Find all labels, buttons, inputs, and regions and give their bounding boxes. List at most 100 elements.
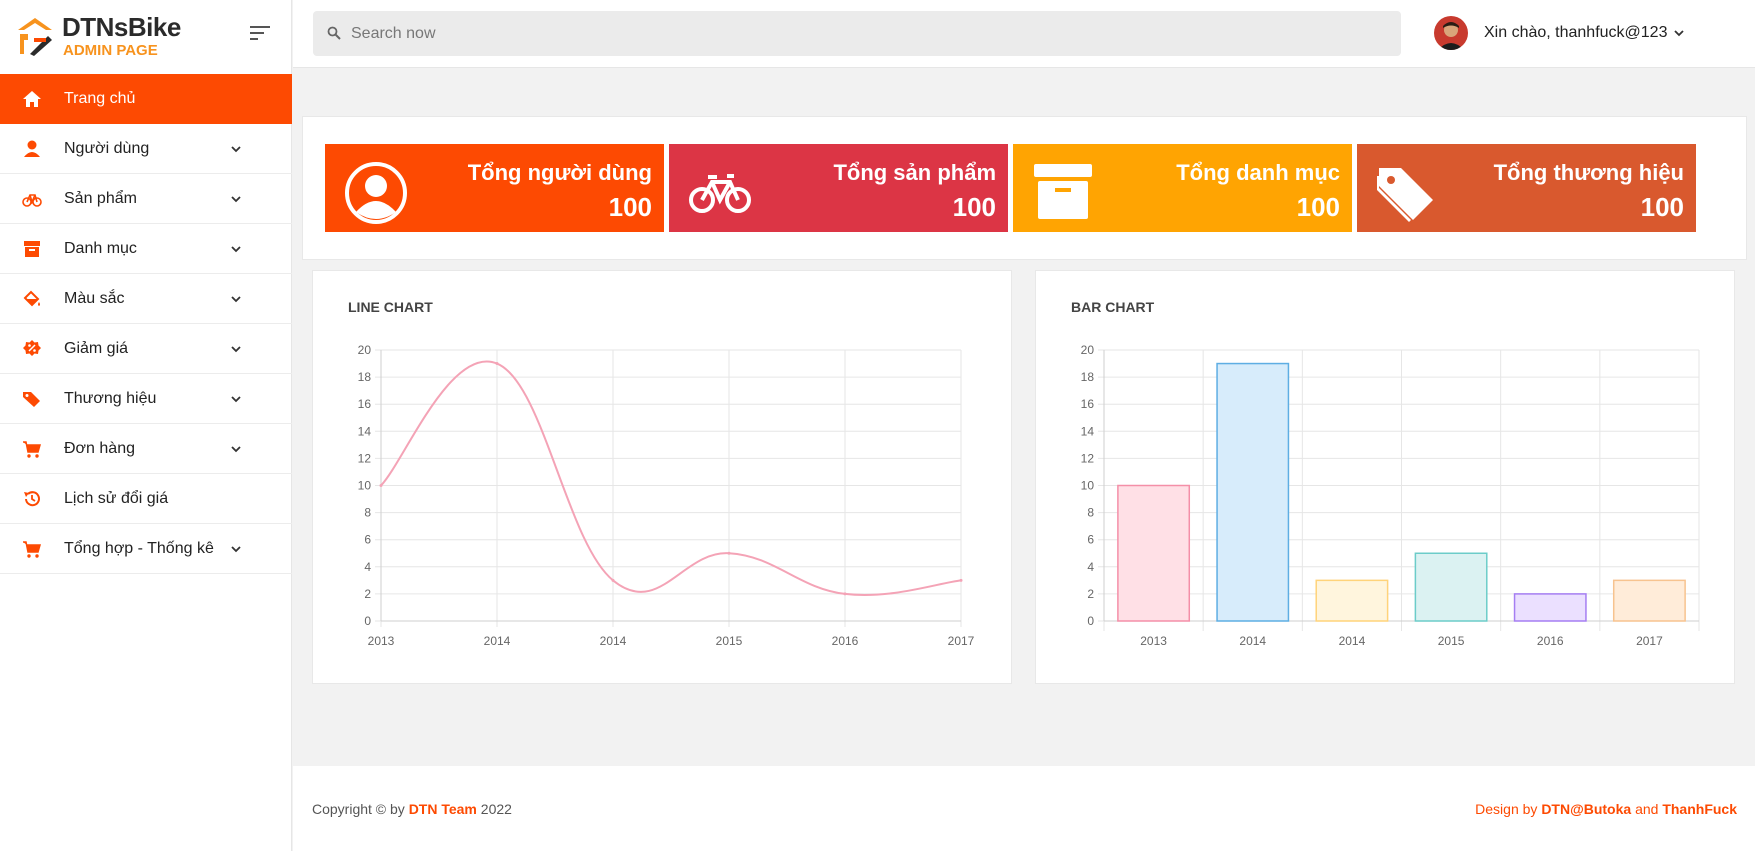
- stat-title: Tổng thương hiệu: [1493, 160, 1684, 185]
- chevron-down-icon[interactable]: [229, 292, 243, 306]
- data-point: [959, 578, 963, 582]
- home-icon: [23, 91, 41, 107]
- x-tick-label: 2013: [368, 634, 395, 648]
- sidebar-menu: Trang chủ Người dùng Sản phẩm Danh mục Màu s…: [0, 74, 292, 574]
- data-point: [843, 592, 847, 596]
- y-tick-label: 6: [1087, 533, 1094, 547]
- bar-chart: 0 2 4 6 8 10 12 14 16 18 20 2013 2014 2014 2015 2016 201…: [1081, 343, 1700, 648]
- history-icon: [24, 491, 40, 507]
- chevron-down-icon[interactable]: [229, 242, 243, 256]
- y-tick-label: 20: [1081, 343, 1095, 357]
- search-box: [313, 11, 1401, 56]
- sidebar-item-5[interactable]: Màu sắc: [0, 274, 292, 324]
- chevron-down-icon[interactable]: [229, 442, 243, 456]
- cart-icon: [23, 541, 41, 558]
- sidebar-item-1[interactable]: Trang chủ: [0, 74, 292, 124]
- x-tick-label: 2016: [832, 634, 859, 648]
- line-series: [380, 360, 962, 596]
- bar: [1117, 484, 1191, 622]
- sidebar-item-4[interactable]: Danh mục: [0, 224, 292, 274]
- sidebar-item-label: Màu sắc: [64, 290, 125, 307]
- design-prefix: Design by: [1475, 801, 1542, 817]
- chevron-down-icon[interactable]: [229, 542, 243, 556]
- avatar[interactable]: [1434, 16, 1468, 50]
- data-point: [495, 362, 499, 366]
- chevron-down-icon[interactable]: [229, 342, 243, 356]
- data-point: [727, 551, 731, 555]
- chevron-down-icon[interactable]: [1672, 26, 1686, 40]
- sidebar-item-6[interactable]: Giảm giá: [0, 324, 292, 374]
- paint-bucket-icon: [23, 290, 40, 307]
- sidebar-item-9[interactable]: Lịch sử đổi giá: [0, 474, 292, 524]
- logo-icon: [18, 18, 52, 56]
- sidebar-item-8[interactable]: Đơn hàng: [0, 424, 292, 474]
- stat-card-brands[interactable]: Tổng thương hiệu 100: [1357, 144, 1696, 232]
- search-icon: [327, 26, 341, 40]
- stat-value: 100: [1296, 192, 1340, 222]
- x-tick-label: 2014: [1339, 634, 1366, 648]
- designer-link[interactable]: ThanhFuck: [1662, 801, 1737, 817]
- bicycle-icon: [689, 174, 751, 213]
- brand-subtitle: ADMIN PAGE: [63, 42, 158, 59]
- brand[interactable]: DTNsBike ADMIN PAGE: [0, 0, 291, 74]
- y-tick-label: 18: [358, 370, 372, 384]
- x-tick-label: 2014: [600, 634, 627, 648]
- stat-value: 100: [608, 192, 652, 222]
- sidebar-item-3[interactable]: Sản phẩm: [0, 174, 292, 224]
- bar: [1513, 593, 1587, 622]
- stat-card-products[interactable]: Tổng sản phẩm 100: [669, 144, 1008, 232]
- sidebar-item-label: Danh mục: [64, 240, 137, 257]
- discount-icon: [23, 340, 41, 356]
- y-tick-label: 18: [1081, 370, 1095, 384]
- greeting-text: Xin chào, thanhfuck@123: [1484, 24, 1668, 41]
- y-tick-label: 4: [364, 560, 371, 574]
- user-circle-icon: [345, 162, 407, 224]
- chevron-down-icon[interactable]: [229, 142, 243, 156]
- brand-name: DTNsBike: [62, 12, 181, 42]
- bar: [1315, 579, 1389, 622]
- x-tick-label: 2014: [1239, 634, 1266, 648]
- sidebar-item-label: Thương hiệu: [64, 390, 157, 407]
- sidebar-item-label: Trang chủ: [64, 90, 136, 107]
- design-credit: Design by DTN@Butoka and ThanhFuck: [1475, 801, 1737, 817]
- stat-card-users[interactable]: Tổng người dùng 100: [325, 144, 664, 232]
- sidebar-item-label: Tổng hợp - Thống kê: [64, 540, 214, 557]
- sidebar: DTNsBike ADMIN PAGE Trang chủ Người dùng S…: [0, 0, 292, 851]
- copyright: Copyright © by DTN Team 2022: [312, 801, 512, 817]
- archive-icon: [24, 241, 40, 257]
- y-tick-label: 20: [358, 343, 372, 357]
- sidebar-item-2[interactable]: Người dùng: [0, 124, 292, 174]
- archive-icon: [1034, 164, 1092, 219]
- y-tick-label: 12: [358, 451, 372, 465]
- stat-title: Tổng người dùng: [467, 160, 652, 185]
- footer: Copyright © by DTN Team 2022 Design by D…: [293, 766, 1755, 851]
- sidebar-item-label: Người dùng: [64, 140, 150, 157]
- stat-title: Tổng danh mục: [1176, 160, 1340, 185]
- chevron-down-icon[interactable]: [229, 392, 243, 406]
- y-tick-label: 14: [358, 424, 372, 438]
- data-point: [611, 578, 615, 582]
- sidebar-item-7[interactable]: Thương hiệu: [0, 374, 292, 424]
- team-link[interactable]: DTN Team: [409, 801, 477, 817]
- designer-link[interactable]: DTN@Butoka: [1541, 801, 1631, 817]
- copyright-prefix: Copyright © by: [312, 801, 409, 817]
- menu-toggle-icon[interactable]: [248, 23, 272, 43]
- sidebar-item-10[interactable]: Tổng hợp - Thống kê: [0, 524, 292, 574]
- stat-card-categories[interactable]: Tổng danh mục 100: [1013, 144, 1352, 232]
- x-tick-label: 2013: [1140, 634, 1167, 648]
- bar: [1612, 579, 1686, 622]
- y-tick-label: 8: [364, 506, 371, 520]
- y-tick-label: 16: [358, 397, 372, 411]
- y-tick-label: 0: [1087, 614, 1094, 628]
- bar: [1414, 552, 1488, 622]
- y-tick-label: 16: [1081, 397, 1095, 411]
- stat-value: 100: [1640, 192, 1684, 222]
- y-tick-label: 10: [358, 479, 372, 493]
- y-tick-label: 0: [364, 614, 371, 628]
- y-tick-label: 14: [1081, 424, 1095, 438]
- user-icon: [24, 140, 40, 157]
- x-tick-label: 2017: [1636, 634, 1663, 648]
- x-tick-label: 2015: [716, 634, 743, 648]
- search-input[interactable]: [351, 11, 1391, 56]
- chevron-down-icon[interactable]: [229, 192, 243, 206]
